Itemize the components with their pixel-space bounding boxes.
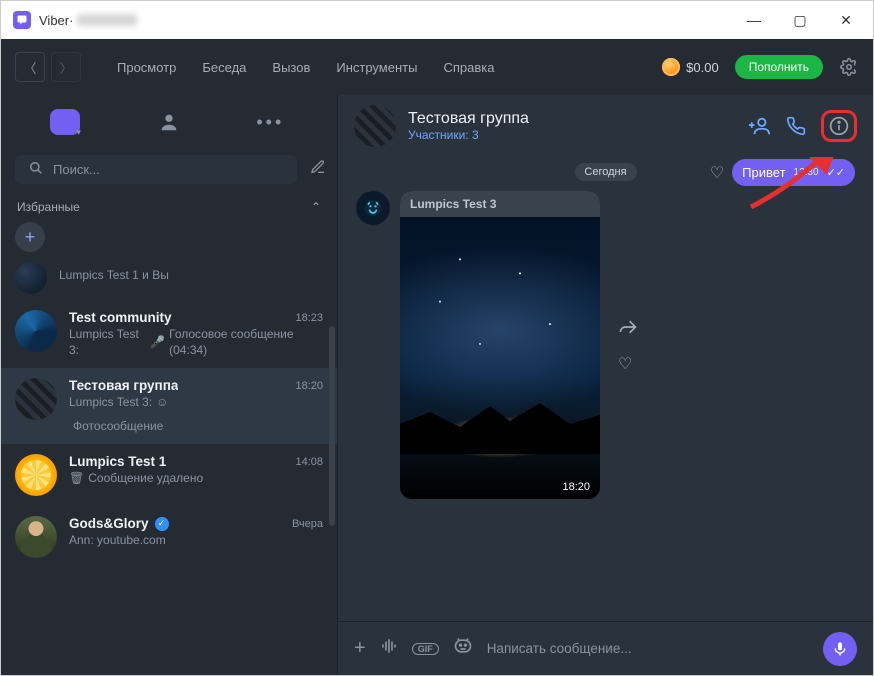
sidebar-tab-contacts[interactable] xyxy=(149,102,189,142)
window-maximize-button[interactable]: ▢ xyxy=(777,4,823,36)
conversation-pane: Тестовая группа Участники: 3 xyxy=(337,95,873,675)
chat-name: Lumpics Test 1 xyxy=(69,454,166,469)
compose-button[interactable] xyxy=(305,159,331,180)
search-input[interactable] xyxy=(53,162,283,177)
chat-preview: Ann: youtube.com xyxy=(69,533,166,549)
mic-icon: 🎤 xyxy=(150,335,165,351)
chat-time: Вчера xyxy=(292,518,323,530)
sticker-button[interactable] xyxy=(453,636,473,661)
chat-time: 18:20 xyxy=(295,380,323,392)
attach-button[interactable]: + xyxy=(354,637,366,660)
avatar xyxy=(354,105,396,147)
date-chip: Сегодня xyxy=(574,163,636,181)
chat-preview: Фотосообщение xyxy=(73,419,163,435)
balance-amount: $0.00 xyxy=(686,60,719,75)
photo-timestamp: 18:20 xyxy=(562,481,590,493)
smile-icon: ☺ xyxy=(156,395,168,411)
photo-attachment[interactable]: 18:20 xyxy=(400,217,600,499)
menu-tools[interactable]: Инструменты xyxy=(326,60,427,75)
window-close-button[interactable]: ✕ xyxy=(823,4,869,36)
list-item[interactable]: Lumpics Test 1 14:08 🗑 Сообщение удалено xyxy=(1,444,337,506)
person-icon xyxy=(158,111,180,133)
nav-forward-button[interactable]: 〉 xyxy=(51,52,81,82)
conversation-subtitle[interactable]: Участники: 3 xyxy=(408,128,529,142)
outgoing-message[interactable]: ♡ Привет 12:30 ✓✓ xyxy=(710,159,855,186)
chat-list: Lumpics Test 1 и Вы Test community 18:23 … xyxy=(1,260,337,675)
call-button[interactable] xyxy=(785,115,807,137)
chat-preview-prefix: Lumpics Test 3: xyxy=(69,395,152,411)
list-item[interactable]: Test community 18:23 Lumpics Test 3: 🎤 Го… xyxy=(1,300,337,368)
incoming-message[interactable]: Lumpics Test 3 18:20 ♡ xyxy=(356,191,638,499)
titlebar: Viber · — ▢ ✕ xyxy=(1,1,873,39)
scrollbar[interactable] xyxy=(329,326,335,526)
chat-preview-prefix: Lumpics Test 3: xyxy=(69,327,146,358)
conversation-title: Тестовая группа xyxy=(408,110,529,128)
favorites-label: Избранные xyxy=(17,200,80,214)
chat-time: 18:23 xyxy=(295,312,323,324)
menu-call[interactable]: Вызов xyxy=(262,60,320,75)
favorites-header[interactable]: Избранные ⌃ xyxy=(1,190,337,218)
sender-name: Lumpics Test 3 xyxy=(400,191,600,217)
menu-view[interactable]: Просмотр xyxy=(107,60,186,75)
coin-icon xyxy=(662,58,680,76)
message-text: Привет xyxy=(742,165,785,180)
conversation-header: Тестовая группа Участники: 3 xyxy=(338,95,873,157)
heart-icon[interactable]: ♡ xyxy=(710,163,724,183)
window-title-sep: · xyxy=(69,13,73,28)
window-title-blurred xyxy=(77,14,137,26)
double-check-icon: ✓✓ xyxy=(827,166,845,179)
heart-icon[interactable]: ♡ xyxy=(618,354,638,374)
menu-help[interactable]: Справка xyxy=(433,60,504,75)
chat-name: Lumpics Test 1 и Вы xyxy=(59,268,169,284)
chevron-up-icon: ⌃ xyxy=(311,200,321,214)
chat-name: Тестовая группа xyxy=(69,378,178,393)
audio-wave-button[interactable] xyxy=(380,637,398,660)
list-item[interactable]: Gods&Glory ✓ Вчера Ann: youtube.com xyxy=(1,506,337,568)
participants-count: 3 xyxy=(472,128,479,142)
nav-back-button[interactable]: 〈 xyxy=(15,52,45,82)
avatar xyxy=(15,262,47,294)
window-minimize-button[interactable]: — xyxy=(731,4,777,36)
info-button-highlight xyxy=(821,110,857,142)
avatar xyxy=(15,378,57,420)
trash-icon: 🗑 xyxy=(69,471,84,487)
message-input[interactable] xyxy=(487,641,809,656)
avatar xyxy=(15,310,57,352)
avatar xyxy=(15,516,57,558)
sender-avatar xyxy=(356,191,390,225)
window-title: Viber xyxy=(39,13,69,28)
search-box[interactable] xyxy=(15,155,297,184)
message-time: 12:30 xyxy=(794,167,819,178)
viber-app-icon xyxy=(13,11,31,29)
settings-button[interactable] xyxy=(839,57,859,77)
add-favorite-button[interactable]: + xyxy=(15,222,45,252)
balance[interactable]: $0.00 xyxy=(662,58,719,76)
chat-time: 14:08 xyxy=(295,456,323,468)
sidebar-tab-chats[interactable]: ▾ xyxy=(48,102,88,142)
more-icon: ••• xyxy=(256,112,284,133)
chat-preview: Голосовое сообщение (04:34) xyxy=(169,327,323,358)
gif-button[interactable]: GIF xyxy=(412,643,439,655)
forward-icon[interactable] xyxy=(618,317,638,342)
chat-preview: Сообщение удалено xyxy=(88,471,203,487)
list-item[interactable]: Тестовая группа 18:20 Lumpics Test 3: ☺ Ф… xyxy=(1,368,337,444)
menu-chat[interactable]: Беседа xyxy=(192,60,256,75)
sidebar: ▾ ••• xyxy=(1,95,337,675)
chat-name: Test community xyxy=(69,310,172,325)
avatar xyxy=(15,454,57,496)
chat-name: Gods&Glory xyxy=(69,516,149,531)
participants-label: Участники: xyxy=(408,128,469,142)
chevron-down-icon: ▾ xyxy=(76,127,81,138)
verified-badge-icon: ✓ xyxy=(155,517,169,531)
menubar: 〈 〉 Просмотр Беседа Вызов Инструменты Сп… xyxy=(1,39,873,95)
add-participant-button[interactable] xyxy=(749,115,771,137)
composer: + GIF xyxy=(338,621,873,675)
sidebar-tab-more[interactable]: ••• xyxy=(250,102,290,142)
voice-record-button[interactable] xyxy=(823,632,857,666)
search-icon xyxy=(29,161,43,178)
conversation-body: Сегодня ♡ Привет 12:30 ✓✓ Lumpics Test 3 xyxy=(338,157,873,621)
info-button[interactable] xyxy=(828,115,850,137)
list-item[interactable]: Lumpics Test 1 и Вы xyxy=(1,260,337,300)
topup-button[interactable]: Пополнить xyxy=(735,55,823,79)
